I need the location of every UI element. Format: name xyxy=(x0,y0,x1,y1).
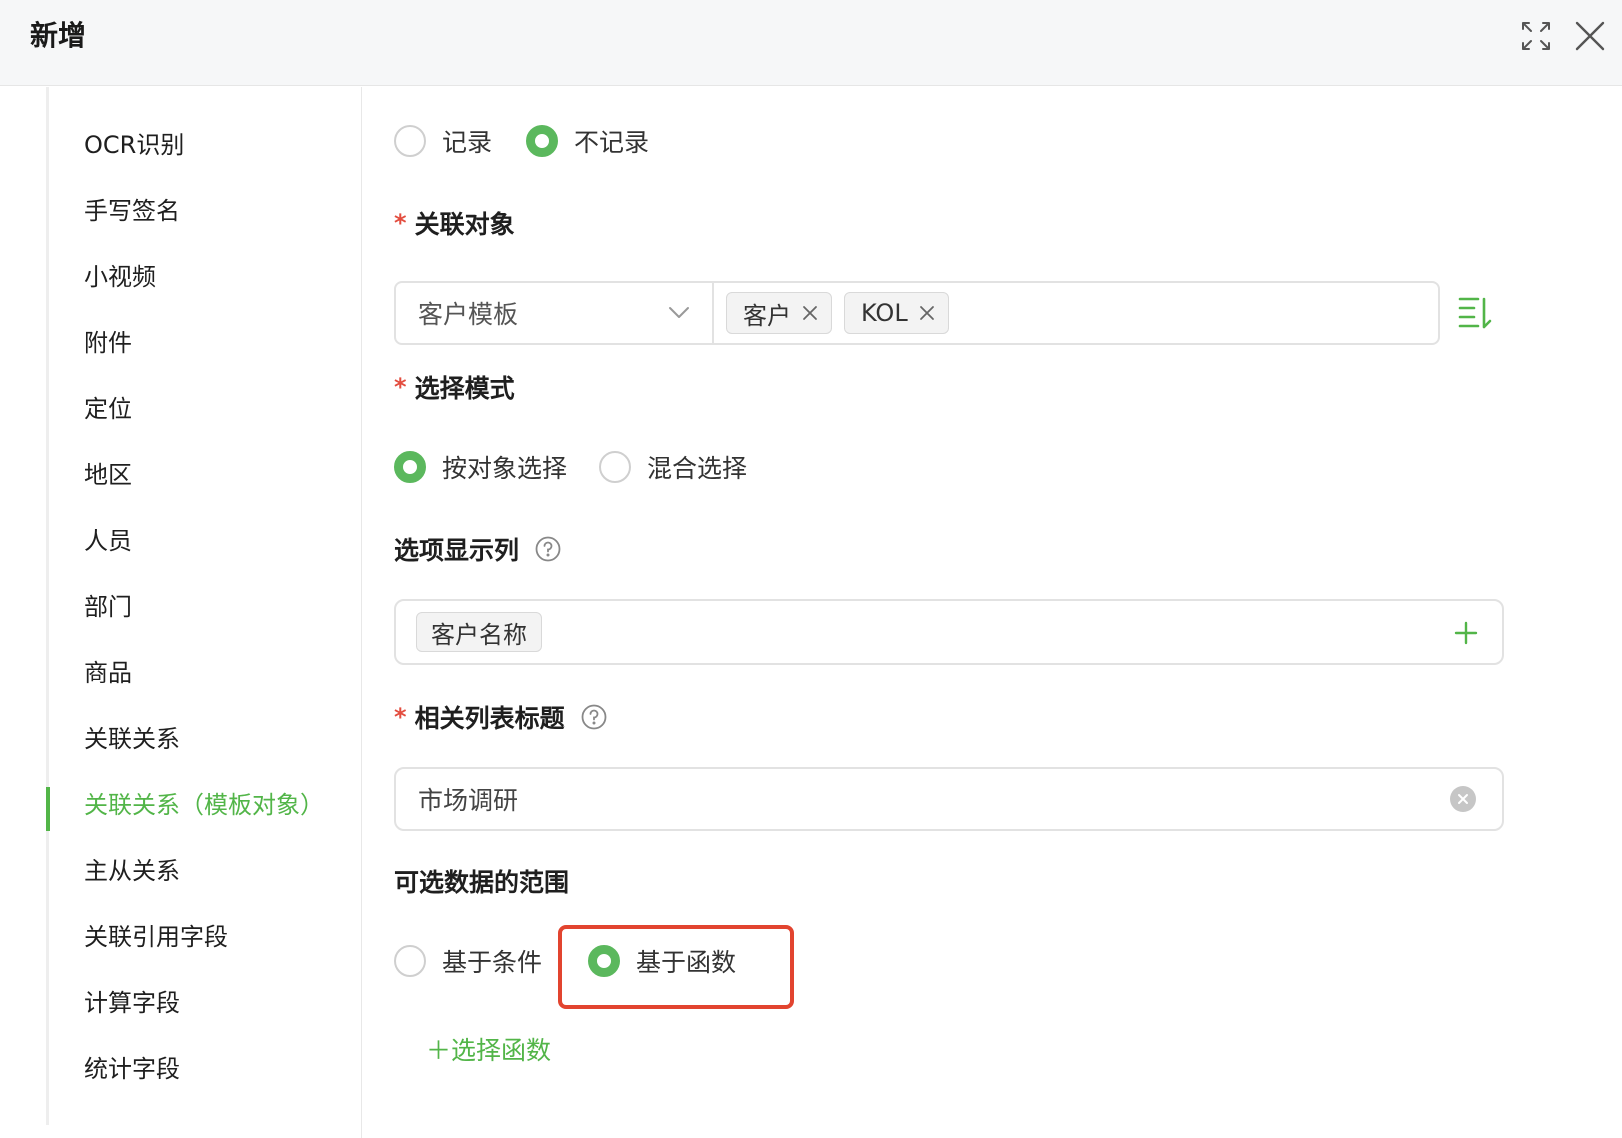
sidebar-item-product[interactable]: 商品 xyxy=(84,653,132,693)
radio-checked-icon xyxy=(394,451,426,483)
tag-remove-button[interactable] xyxy=(916,302,938,324)
display-columns-label: 选项显示列 xyxy=(394,531,561,567)
dialog-header: 新增 xyxy=(0,0,1622,86)
sort-objects-button[interactable] xyxy=(1456,295,1496,331)
record-radio-group: 记录 不记录 xyxy=(394,123,649,159)
related-list-title-label: * 相关列表标题 xyxy=(394,699,607,735)
close-icon xyxy=(919,306,934,320)
associated-object-label: * 关联对象 xyxy=(394,205,515,241)
radio-label: 基于条件 xyxy=(442,948,543,977)
radio-label: 基于函数 xyxy=(636,948,737,977)
object-tag: 客户 xyxy=(726,292,832,334)
template-select-value: 客户模板 xyxy=(418,300,519,329)
selection-mode-label: * 选择模式 xyxy=(394,369,515,405)
sidebar-item-signature[interactable]: 手写签名 xyxy=(84,191,180,231)
label-text: 相关列表标题 xyxy=(414,704,565,733)
sidebar-item-region[interactable]: 地区 xyxy=(84,455,132,495)
close-icon xyxy=(1458,794,1468,804)
radio-no-record[interactable]: 不记录 xyxy=(526,123,649,159)
radio-label: 不记录 xyxy=(574,128,650,157)
question-circle-icon xyxy=(535,536,561,562)
label-text: 可选数据的范围 xyxy=(394,868,570,897)
radio-by-object[interactable]: 按对象选择 xyxy=(394,449,567,485)
tag-remove-button[interactable] xyxy=(799,302,821,324)
template-select[interactable]: 客户模板 xyxy=(396,283,714,343)
sidebar-item-department[interactable]: 部门 xyxy=(84,587,132,627)
sidebar-item-location[interactable]: 定位 xyxy=(84,389,132,429)
sidebar-active-indicator xyxy=(46,787,50,831)
related-list-title-field xyxy=(394,767,1504,831)
fullscreen-button[interactable] xyxy=(1516,16,1556,56)
tag-label: 客户 xyxy=(743,301,791,330)
display-columns-field: 客户名称 xyxy=(394,599,1504,665)
radio-unchecked-icon xyxy=(599,451,632,483)
radio-label: 按对象选择 xyxy=(442,454,568,483)
object-tag: KOL xyxy=(844,292,949,334)
help-button[interactable] xyxy=(581,704,607,730)
radio-mixed[interactable]: 混合选择 xyxy=(599,449,747,485)
plus-icon xyxy=(1454,621,1478,645)
help-button[interactable] xyxy=(535,536,561,562)
field-type-sidebar: AI识别 OCR识别 手写签名 小视频 附件 定位 地区 人员 部门 商品 关联… xyxy=(0,87,362,1138)
required-mark: * xyxy=(394,209,407,237)
close-button[interactable] xyxy=(1570,16,1610,56)
sidebar-item-person[interactable]: 人员 xyxy=(84,521,132,561)
close-icon xyxy=(1575,21,1605,51)
sidebar-item-formula-field[interactable]: 计算字段 xyxy=(84,983,180,1023)
clear-input-button[interactable] xyxy=(1450,786,1476,812)
associated-object-field: 客户模板 客户 KOL xyxy=(394,281,1440,345)
sort-list-icon xyxy=(1458,297,1492,329)
radio-checked-icon xyxy=(526,125,559,157)
radio-unchecked-icon xyxy=(394,125,426,157)
sidebar-item-master-detail[interactable]: 主从关系 xyxy=(84,851,180,891)
chevron-down-icon xyxy=(669,307,689,318)
question-circle-icon xyxy=(581,704,606,730)
sidebar-item-rollup-field[interactable]: 统计字段 xyxy=(84,1049,180,1089)
close-icon xyxy=(803,306,817,320)
sidebar-item-reference-field[interactable]: 关联引用字段 xyxy=(84,917,228,957)
sidebar-item-attachment[interactable]: 附件 xyxy=(84,323,132,363)
tag-label: KOL xyxy=(861,299,908,327)
radio-unchecked-icon xyxy=(394,945,426,977)
radio-checked-icon xyxy=(588,945,621,977)
object-tags: 客户 KOL xyxy=(714,292,961,334)
sidebar-item-relation[interactable]: 关联关系 xyxy=(84,719,180,759)
sidebar-track xyxy=(46,87,49,1125)
radio-by-condition[interactable]: 基于条件 xyxy=(394,943,542,979)
radio-label: 记录 xyxy=(442,128,493,157)
expand-icon xyxy=(1522,22,1550,50)
label-text: 选项显示列 xyxy=(394,536,520,565)
sidebar-item-ai-recognition[interactable]: AI识别 xyxy=(84,87,156,95)
sidebar-item-ocr[interactable]: OCR识别 xyxy=(84,125,184,165)
data-range-radio-group: 基于条件 基于函数 xyxy=(394,943,736,979)
data-range-label: 可选数据的范围 xyxy=(394,863,569,899)
add-dialog: 新增 AI识别 OCR识别 手写签名 小视频 附件 定位 地区 人员 部门 商品… xyxy=(0,0,1622,1138)
radio-by-function[interactable]: 基于函数 xyxy=(588,943,736,979)
related-list-title-input[interactable] xyxy=(396,769,1446,829)
add-column-button[interactable] xyxy=(1450,617,1482,649)
required-mark: * xyxy=(394,373,407,401)
radio-label: 混合选择 xyxy=(647,454,748,483)
select-function-link[interactable]: ＋选择函数 xyxy=(426,1031,551,1067)
field-config-form: 记录 不记录 * 关联对象 客户模板 客户 KOL * 选择模式 按对象选择 混… xyxy=(362,87,1622,1138)
label-text: 选择模式 xyxy=(414,374,515,403)
dialog-title: 新增 xyxy=(30,19,87,52)
required-mark: * xyxy=(394,703,407,731)
sidebar-item-relation-template[interactable]: 关联关系（模板对象） xyxy=(84,785,324,825)
selection-mode-radio-group: 按对象选择 混合选择 xyxy=(394,449,747,485)
label-text: 关联对象 xyxy=(414,210,515,239)
radio-record[interactable]: 记录 xyxy=(394,123,492,159)
display-column-tag: 客户名称 xyxy=(416,612,542,652)
sidebar-item-video[interactable]: 小视频 xyxy=(84,257,156,297)
